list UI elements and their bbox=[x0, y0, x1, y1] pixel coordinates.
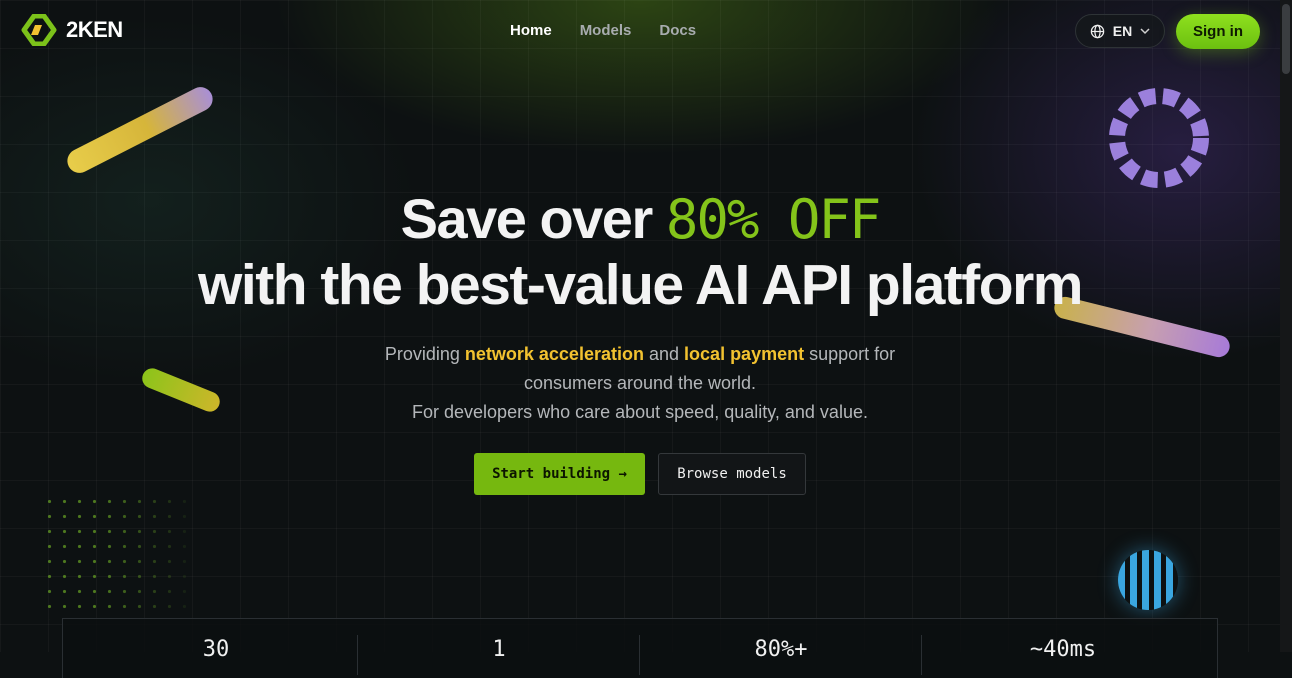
stat-divider bbox=[921, 635, 922, 675]
language-selector[interactable]: EN bbox=[1075, 14, 1165, 48]
hero-title-prefix: Save over bbox=[400, 187, 654, 250]
subtitle-text: Providing bbox=[384, 344, 460, 364]
globe-icon bbox=[1090, 24, 1105, 38]
start-building-button[interactable]: Start building → bbox=[474, 453, 645, 495]
page-scrollbar[interactable] bbox=[1280, 0, 1292, 652]
chevron-down-icon bbox=[1140, 28, 1150, 35]
brand-name: 2KEN bbox=[66, 17, 123, 42]
hero-title-line1: Save over 80% OFF bbox=[0, 186, 1280, 251]
nav-docs[interactable]: Docs bbox=[659, 22, 696, 39]
decorative-striped-circle bbox=[1118, 550, 1178, 610]
subtitle-line2: For developers who care about speed, qua… bbox=[412, 402, 868, 422]
stats-panel: 30 1 80%+ ~40ms bbox=[62, 618, 1218, 678]
logo-icon bbox=[21, 14, 57, 46]
scrollbar-thumb[interactable] bbox=[1282, 4, 1290, 74]
stat-value: 1 bbox=[492, 637, 506, 662]
decorative-dot-grid bbox=[42, 494, 186, 620]
subtitle-highlight-payment: local payment bbox=[684, 344, 805, 364]
main-nav: Home Models Docs bbox=[510, 22, 696, 39]
nav-home[interactable]: Home bbox=[510, 22, 552, 39]
language-label: EN bbox=[1112, 23, 1133, 39]
hero-title-line2: with the best-value AI API platform bbox=[198, 253, 1083, 317]
decorative-dashed-ring-icon bbox=[1109, 88, 1209, 188]
stat-value: 30 bbox=[202, 637, 230, 662]
stat-divider bbox=[357, 635, 358, 675]
hero-subtitle: Providing network acceleration and local… bbox=[340, 340, 940, 427]
stat-divider bbox=[639, 635, 640, 675]
brand-logo[interactable]: 2KEN bbox=[20, 14, 123, 46]
hero-title-accent: 80% OFF bbox=[665, 188, 882, 251]
nav-models[interactable]: Models bbox=[580, 22, 632, 39]
subtitle-text: and bbox=[648, 344, 680, 364]
subtitle-highlight-network: network acceleration bbox=[464, 344, 644, 364]
stat-value: 80%+ bbox=[754, 637, 808, 662]
stat-value: ~40ms bbox=[1029, 637, 1097, 662]
browse-models-button[interactable]: Browse models bbox=[658, 453, 806, 495]
sign-in-button[interactable]: Sign in bbox=[1176, 14, 1260, 49]
